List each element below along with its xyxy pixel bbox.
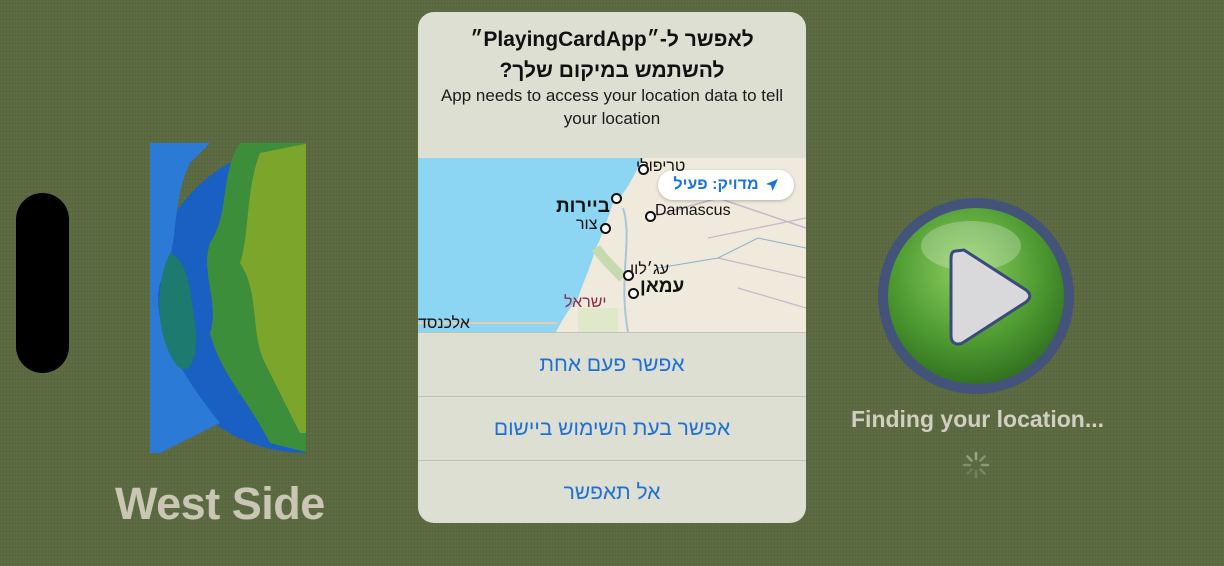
location-arrow-icon: [765, 179, 778, 191]
map-dot: [628, 288, 639, 299]
location-permission-dialog: לאפשר ל-״PlayingCardApp״ להשתמש במיקום ש…: [418, 12, 806, 523]
map-label-israel: ישראל: [564, 294, 607, 311]
west-side-label: West Side: [115, 478, 325, 529]
dont-allow-button[interactable]: אל תאפשר: [418, 460, 806, 523]
globe-icon: [150, 143, 306, 453]
dialog-message: App needs to access your location data t…: [440, 86, 784, 128]
status-text: Finding your location...: [851, 406, 1104, 432]
map-dot: [638, 164, 649, 175]
map-label-tyre: צור: [576, 216, 598, 233]
map-label-damascus: Damascus: [655, 202, 731, 219]
map-label-beirut: ביירות: [556, 196, 610, 217]
map-dot: [600, 223, 611, 234]
dialog-title-line2: להשתמש במיקום שלך?: [499, 59, 725, 82]
location-map[interactable]: מדויק: פעיל טריפולי ביירות Damascus צור …: [418, 158, 806, 332]
precise-label: מדויק: פעיל: [673, 176, 759, 193]
side-handle[interactable]: [16, 193, 69, 373]
dialog-title: לאפשר ל-״PlayingCardApp״ להשתמש במיקום ש…: [438, 24, 786, 86]
allow-once-button[interactable]: אפשר פעם אחת: [418, 332, 806, 397]
play-icon[interactable]: [876, 196, 1076, 396]
spinner-icon: [962, 451, 990, 479]
map-label-amman: עמאן: [640, 276, 685, 297]
map-dot: [611, 193, 622, 204]
map-dot: [623, 270, 634, 281]
allow-while-using-button[interactable]: אפשר בעת השימוש ביישום: [418, 396, 806, 461]
dialog-title-line1: לאפשר ל-״PlayingCardApp״: [470, 28, 754, 51]
map-label-alexandria: אלכנסד: [418, 315, 470, 332]
map-dot: [645, 211, 656, 222]
